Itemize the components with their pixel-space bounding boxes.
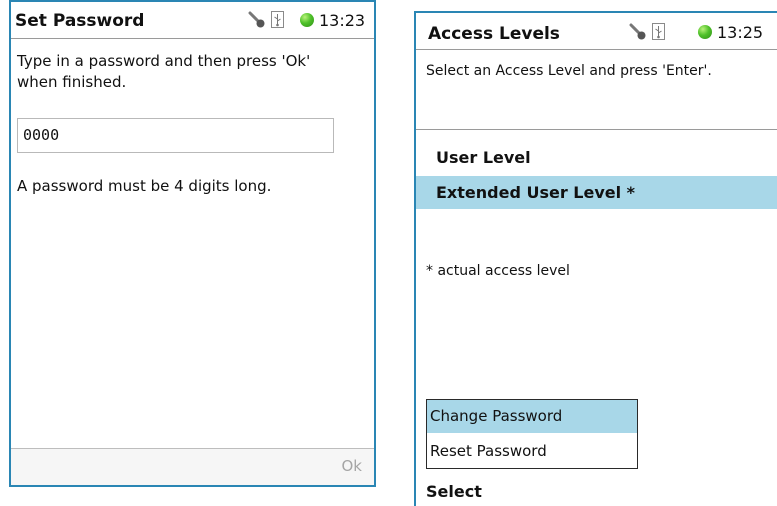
usb-icon — [652, 23, 665, 40]
password-input[interactable]: 0000 — [17, 118, 334, 153]
clock: 13:23 — [319, 11, 366, 30]
context-menu: Change Password Reset Password — [426, 399, 638, 469]
status-led-icon — [698, 25, 712, 39]
set-password-screen: Set Password 13:23 Type in a password an… — [9, 0, 376, 487]
key-icon — [248, 11, 265, 28]
softkey-bar: Ok — [11, 448, 374, 485]
menu-item-label: Reset Password — [430, 442, 547, 460]
access-levels-screen: Access Levels 13:25 Select an Access Lev… — [414, 11, 777, 506]
header-bar: Set Password 13:23 — [11, 2, 374, 39]
screen-title: Set Password — [15, 11, 145, 31]
access-level-item[interactable]: User Level — [416, 141, 777, 174]
select-softkey[interactable]: Select — [426, 482, 482, 501]
menu-item-label: Change Password — [430, 407, 563, 425]
clock: 13:25 — [717, 23, 764, 42]
instruction-text: Type in a password and then press 'Ok' w… — [17, 52, 311, 91]
screen-title: Access Levels — [428, 24, 560, 44]
usb-icon — [271, 11, 284, 28]
password-hint: A password must be 4 digits long. — [17, 177, 272, 195]
status-led-icon — [300, 13, 314, 27]
access-level-item-selected[interactable]: Extended User Level * — [416, 176, 777, 209]
access-level-label: User Level — [436, 148, 531, 167]
menu-item-reset-password[interactable]: Reset Password — [427, 435, 637, 468]
divider — [416, 129, 777, 130]
ok-button[interactable]: Ok — [342, 457, 363, 475]
legend-text: * actual access level — [426, 263, 570, 279]
menu-item-change-password[interactable]: Change Password — [427, 400, 637, 433]
instruction-text: Select an Access Level and press 'Enter'… — [426, 63, 712, 79]
key-icon — [629, 23, 646, 40]
header-bar: Access Levels 13:25 — [416, 13, 777, 50]
access-level-label: Extended User Level * — [436, 183, 636, 202]
